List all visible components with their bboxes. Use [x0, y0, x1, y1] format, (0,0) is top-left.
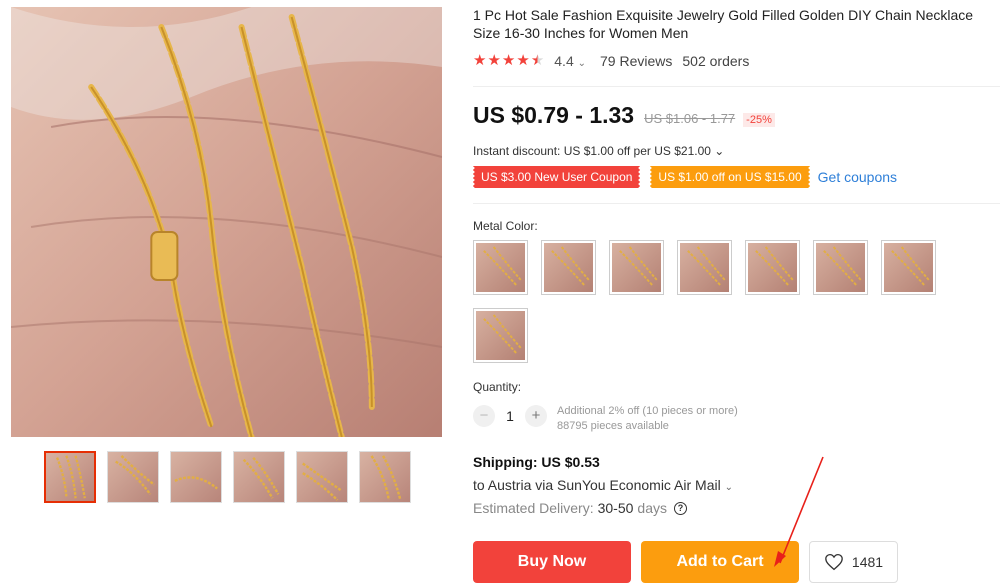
thumbnail[interactable] — [233, 451, 285, 503]
estimated-delivery-unit: days — [637, 500, 667, 516]
thumbnail[interactable] — [296, 451, 348, 503]
chevron-down-icon: ⌄ — [577, 58, 587, 69]
wishlist-button[interactable]: 1481 — [809, 541, 898, 583]
star-icon: ★ — [516, 52, 530, 69]
shipping-price: Shipping: US $0.53 — [473, 454, 600, 470]
metal-color-label: Metal Color: — [473, 219, 538, 233]
estimated-delivery-days: 30-50 — [597, 500, 634, 516]
star-icon: ★ — [473, 52, 487, 69]
bulk-discount-text: Additional 2% off (10 pieces or more) — [557, 405, 738, 417]
color-swatch[interactable] — [609, 240, 664, 295]
estimated-delivery: Estimated Delivery: 30-50 days ? — [473, 500, 687, 516]
store-coupon[interactable]: US $1.00 off on US $15.00 — [648, 166, 812, 188]
color-swatch[interactable] — [541, 240, 596, 295]
rating-row: ★ ★ ★ ★ ★ 4.4 ⌄ 79 Reviews 502 orders — [473, 53, 750, 70]
divider — [473, 203, 1000, 204]
shipping-destination[interactable]: to Austria via SunYou Economic Air Mail … — [473, 477, 733, 493]
color-swatch[interactable] — [473, 240, 528, 295]
thumbnail[interactable] — [359, 451, 411, 503]
action-buttons: Buy Now Add to Cart 1481 — [473, 541, 898, 583]
new-user-coupon[interactable]: US $3.00 New User Coupon — [470, 166, 643, 188]
color-swatch[interactable] — [677, 240, 732, 295]
thumbnail[interactable] — [107, 451, 159, 503]
rating-value[interactable]: 4.4 ⌄ — [554, 53, 586, 69]
estimated-delivery-label: Estimated Delivery: — [473, 500, 594, 516]
divider — [473, 86, 1000, 87]
help-icon[interactable]: ? — [673, 501, 687, 515]
thumbnail[interactable] — [44, 451, 96, 503]
quantity-info: Additional 2% off (10 pieces or more) 88… — [557, 404, 738, 434]
star-icon: ★ — [530, 52, 545, 69]
add-to-cart-button[interactable]: Add to Cart — [641, 541, 799, 583]
discount-badge: -25% — [743, 113, 775, 127]
heart-icon — [825, 553, 843, 571]
metal-color-swatches — [473, 240, 943, 363]
rating-stars: ★ ★ ★ ★ ★ — [473, 53, 544, 69]
quantity-minus-button[interactable]: − — [473, 405, 495, 427]
color-swatch[interactable] — [473, 308, 528, 363]
thumbnail[interactable] — [170, 451, 222, 503]
color-swatch[interactable] — [813, 240, 868, 295]
stock-available-text: 88795 pieces available — [557, 420, 669, 432]
buy-now-button[interactable]: Buy Now — [473, 541, 631, 583]
star-icon: ★ — [487, 52, 501, 69]
original-price: US $1.06 - 1.77 — [644, 111, 736, 126]
color-swatch[interactable] — [881, 240, 936, 295]
price-row: US $0.79 - 1.33 US $1.06 - 1.77 -25% — [473, 102, 775, 129]
get-coupons-link[interactable]: Get coupons — [818, 169, 897, 185]
quantity-stepper: − 1 + — [473, 405, 547, 427]
instant-discount[interactable]: Instant discount: US $1.00 off per US $2… — [473, 144, 724, 158]
orders-count: 502 orders — [682, 53, 750, 69]
thumbnail-strip — [44, 451, 411, 503]
current-price: US $0.79 - 1.33 — [473, 102, 635, 128]
quantity-input[interactable]: 1 — [495, 408, 525, 424]
color-swatch[interactable] — [745, 240, 800, 295]
star-icon: ★ — [501, 52, 516, 69]
main-product-image[interactable] — [11, 7, 442, 437]
coupons-row: US $3.00 New User Coupon US $1.00 off on… — [470, 166, 897, 188]
quantity-label: Quantity: — [473, 380, 522, 394]
quantity-plus-button[interactable]: + — [525, 405, 547, 427]
reviews-link[interactable]: 79 Reviews — [600, 53, 672, 69]
chevron-down-icon: ⌄ — [724, 482, 734, 493]
product-title: 1 Pc Hot Sale Fashion Exquisite Jewelry … — [473, 7, 974, 41]
wishlist-count: 1481 — [851, 554, 884, 570]
